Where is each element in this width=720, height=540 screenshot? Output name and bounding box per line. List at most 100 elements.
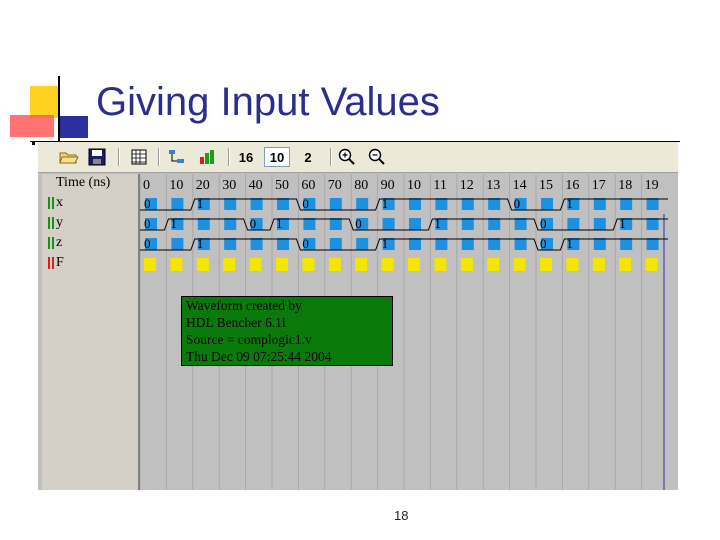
- zoom-2-button[interactable]: 2: [298, 147, 318, 167]
- input-cell: [303, 218, 316, 230]
- signal-value-label: 0: [355, 216, 362, 231]
- output-cell: [196, 258, 209, 271]
- time-tick-label: 0: [143, 178, 150, 193]
- input-cell: [593, 218, 606, 230]
- input-cell: [329, 198, 342, 210]
- input-cell: [356, 198, 369, 210]
- time-tick-label: 19: [645, 178, 659, 193]
- signal-value-label: 0: [540, 236, 547, 251]
- ornament-blue-square: [58, 116, 88, 138]
- signal-value-label: 1: [566, 196, 573, 211]
- input-cell: [409, 218, 421, 230]
- toolbar-separator: [330, 148, 332, 166]
- time-tick-label: 18: [618, 178, 632, 193]
- input-marker-icon: [52, 217, 54, 229]
- signal-name: F: [56, 255, 64, 270]
- time-tick-label: 16: [565, 178, 579, 193]
- ornament-yellow-square: [30, 86, 60, 118]
- input-cell: [514, 218, 527, 230]
- input-cell: [567, 218, 580, 230]
- input-marker-icon: [52, 237, 54, 249]
- signal-row-y[interactable]: y: [42, 214, 138, 234]
- output-marker-icon: [52, 257, 54, 269]
- signal-row-x[interactable]: x: [42, 194, 138, 214]
- input-cell: [620, 198, 633, 210]
- output-cell: [619, 258, 632, 271]
- output-cell: [302, 258, 315, 271]
- open-folder-icon[interactable]: [58, 147, 80, 167]
- input-cell: [435, 198, 448, 210]
- input-marker-icon: [52, 197, 54, 209]
- signal-value-label: 0: [302, 196, 309, 211]
- zoom-out-icon[interactable]: [366, 147, 388, 167]
- time-tick-label: 14: [513, 178, 527, 193]
- time-tick-label: 70: [328, 178, 342, 193]
- input-cell: [646, 238, 659, 250]
- output-cell: [566, 258, 579, 271]
- bar-chart-icon[interactable]: [196, 147, 218, 167]
- time-tick-label: 10: [407, 178, 421, 193]
- signal-row-f[interactable]: F: [42, 254, 138, 274]
- output-cell: [645, 258, 658, 271]
- waveform-window: 16 10 2 Time (ns) x y z F 0 10 20 30 40 …: [38, 142, 678, 490]
- output-cell: [540, 258, 552, 271]
- grid-icon[interactable]: [128, 147, 150, 167]
- ornament-vertical-line: [58, 76, 60, 146]
- signal-value-label: 1: [566, 236, 573, 251]
- output-cell: [381, 258, 394, 271]
- output-cell: [144, 258, 156, 271]
- output-cell: [328, 258, 341, 271]
- signal-value-label: 0: [144, 236, 151, 251]
- zoom-16-button[interactable]: 16: [234, 147, 258, 167]
- time-tick-label: 40: [249, 178, 263, 193]
- input-cell: [646, 218, 659, 230]
- input-marker-icon: [48, 237, 50, 249]
- input-cell: [171, 198, 184, 210]
- slide-title: Giving Input Values: [96, 80, 440, 124]
- ornament-red-square: [10, 115, 54, 137]
- time-tick-label: 90: [381, 178, 395, 193]
- signal-value-label: 1: [434, 216, 441, 231]
- waveform-info-box: Waveform created by HDL Bencher 6.1i Sou…: [181, 296, 393, 366]
- input-cell: [277, 238, 289, 250]
- output-cell: [460, 258, 473, 271]
- input-cell: [461, 218, 474, 230]
- zoom-in-icon[interactable]: [336, 147, 358, 167]
- signal-value-label: 1: [197, 236, 204, 251]
- signal-value-label: 1: [382, 196, 389, 211]
- toolbar-separator: [118, 148, 120, 166]
- signal-name: y: [56, 215, 63, 230]
- input-cell: [488, 198, 501, 210]
- input-cell: [382, 218, 395, 230]
- signal-name: x: [56, 195, 63, 210]
- save-icon[interactable]: [86, 147, 108, 167]
- input-cell: [461, 198, 474, 210]
- waveform-pane[interactable]: 0 10 20 30 40 50 60 70 80 90 10 11 12 13 14 15 16 17 18 19 0…: [140, 174, 678, 490]
- input-cell: [250, 238, 263, 250]
- zoom-10-button[interactable]: 10: [264, 147, 290, 167]
- time-tick-label: 50: [275, 178, 289, 193]
- input-cell: [171, 238, 184, 250]
- toolbar: 16 10 2: [38, 142, 678, 173]
- input-cell: [541, 198, 553, 210]
- signal-row-z[interactable]: z: [42, 234, 138, 254]
- signal-value-label: 0: [144, 216, 151, 231]
- input-cell: [277, 198, 289, 210]
- time-tick-label: 30: [222, 178, 236, 193]
- input-cell: [620, 238, 633, 250]
- time-tick-label: 13: [486, 178, 500, 193]
- time-label-row: Time (ns): [42, 174, 138, 194]
- signal-value-label: 0: [144, 196, 151, 211]
- output-cell: [434, 258, 447, 271]
- hierarchy-icon[interactable]: [166, 147, 188, 167]
- info-line: Waveform created by: [186, 298, 302, 313]
- input-cell: [356, 238, 369, 250]
- time-tick-label: 11: [433, 178, 446, 193]
- output-cell: [513, 258, 526, 271]
- page-number: 18: [394, 508, 409, 523]
- toolbar-separator: [158, 148, 160, 166]
- input-cell: [593, 198, 606, 210]
- signal-value-label: 1: [170, 216, 177, 231]
- time-tick-label: 20: [196, 178, 210, 193]
- signal-value-label: 0: [514, 196, 521, 211]
